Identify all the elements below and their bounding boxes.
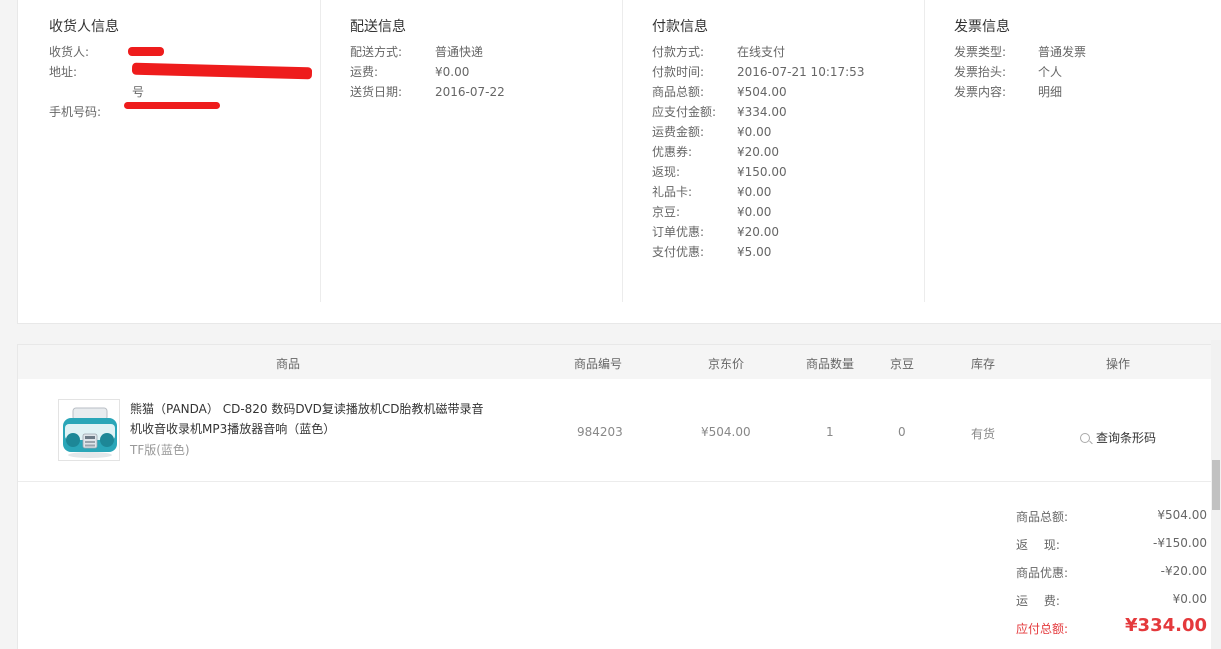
totals-value: ¥0.00 — [1172, 592, 1207, 606]
delivery-section: 配送信息 配送方式: 普通快递 运费: ¥0.00 送货日期: 2016-07-… — [321, 0, 623, 302]
payment-value: ¥20.00 — [737, 225, 779, 239]
payment-label: 应支付金额: — [652, 105, 717, 119]
product-name-link[interactable]: 熊猫（PANDA） CD-820 数码DVD复读播放机CD胎教机磁带录音机收音收… — [130, 399, 490, 439]
delivery-method-value: 普通快递 — [435, 45, 484, 59]
scrollbar-thumb[interactable] — [1212, 460, 1220, 510]
payment-label: 运费金额: — [652, 125, 705, 139]
payment-label: 优惠券: — [652, 145, 693, 159]
payment-value: 在线支付 — [737, 45, 786, 59]
invoice-title: 发票信息 — [954, 19, 1010, 35]
payment-label: 付款方式: — [652, 45, 705, 59]
th-jingdou: 京豆 — [890, 357, 915, 371]
th-quantity: 商品数量 — [806, 357, 855, 371]
totals-value: ¥504.00 — [1157, 508, 1207, 522]
payment-label: 商品总额: — [652, 85, 705, 99]
invoice-type-label: 发票类型: — [954, 45, 1007, 59]
product-spec: TF版(蓝色) — [130, 443, 190, 457]
product-quantity: 1 — [826, 425, 834, 439]
product-jingdou: 0 — [898, 425, 906, 439]
product-thumbnail[interactable] — [58, 399, 120, 461]
goods-table-header: 商品 商品编号 京东价 商品数量 京豆 库存 操作 — [18, 345, 1213, 379]
invoice-type-value: 普通发票 — [1038, 45, 1087, 59]
consignee-address-tail: 号 — [132, 84, 144, 100]
invoice-header-label: 发票抬头: — [954, 65, 1007, 79]
payment-value: ¥504.00 — [737, 85, 787, 99]
totals-label: 返 现: — [1016, 538, 1060, 552]
address-tail-text: 号 — [132, 85, 145, 99]
payment-label: 订单优惠: — [652, 225, 705, 239]
payment-label: 支付优惠: — [652, 245, 705, 259]
payment-title: 付款信息 — [652, 19, 708, 35]
grand-total-value: ¥334.00 — [1125, 615, 1207, 636]
th-sku: 商品编号 — [574, 357, 623, 371]
th-stock: 库存 — [971, 357, 996, 371]
query-barcode-link[interactable]: 查询条形码 — [1080, 429, 1156, 446]
payment-value: ¥20.00 — [737, 145, 779, 159]
payment-label: 礼品卡: — [652, 185, 693, 199]
payment-value: ¥0.00 — [737, 205, 772, 219]
vertical-scrollbar[interactable] — [1211, 340, 1221, 649]
consignee-address-label: 地址: — [49, 65, 78, 79]
totals-label: 运 费: — [1016, 594, 1060, 608]
totals-label: 商品总额: — [1016, 510, 1069, 524]
query-barcode-label: 查询条形码 — [1096, 431, 1157, 445]
invoice-content-label: 发票内容: — [954, 85, 1007, 99]
invoice-content-value: 明细 — [1038, 85, 1063, 99]
delivery-method-label: 配送方式: — [350, 45, 403, 59]
product-sku: 984203 — [577, 425, 623, 439]
invoice-header-value: 个人 — [1038, 65, 1063, 79]
totals-value: -¥20.00 — [1160, 564, 1207, 578]
payment-value: ¥334.00 — [737, 105, 787, 119]
payment-value: ¥5.00 — [737, 245, 772, 259]
search-icon — [1080, 433, 1090, 443]
goods-panel: 商品 商品编号 京东价 商品数量 京豆 库存 操作 熊猫（PANDA） CD-8… — [17, 344, 1221, 649]
th-action: 操作 — [1106, 357, 1131, 371]
payment-value: ¥0.00 — [737, 125, 772, 139]
delivery-date-label: 送货日期: — [350, 85, 403, 99]
payment-label: 付款时间: — [652, 65, 705, 79]
payment-section: 付款信息 付款方式: 在线支付 付款时间: 2016-07-21 10:17:53 … — [623, 0, 925, 302]
delivery-fee-value: ¥0.00 — [435, 65, 470, 79]
payment-label: 返现: — [652, 165, 681, 179]
product-price: ¥504.00 — [701, 425, 751, 439]
consignee-section: 收货人信息 收货人: 地址: 号 手机号码: — [18, 0, 321, 302]
totals-label: 商品优惠: — [1016, 566, 1069, 580]
consignee-phone-label: 手机号码: — [49, 105, 102, 119]
payment-value: 2016-07-21 10:17:53 — [737, 65, 865, 79]
grand-total-label: 应付总额: — [1016, 622, 1069, 636]
payment-value: ¥150.00 — [737, 165, 787, 179]
consignee-name-label: 收货人: — [49, 45, 90, 59]
th-product: 商品 — [276, 357, 301, 371]
product-stock: 有货 — [971, 427, 996, 441]
order-info-panel: 收货人信息 收货人: 地址: 号 手机号码: 配送信息 配送方式: 普通快递 运… — [17, 0, 1221, 324]
totals-value: -¥150.00 — [1153, 536, 1207, 550]
redacted-name — [128, 47, 164, 56]
payment-label: 京豆: — [652, 205, 681, 219]
delivery-fee-label: 运费: — [350, 65, 379, 79]
payment-value: ¥0.00 — [737, 185, 772, 199]
invoice-section: 发票信息 发票类型: 普通发票 发票抬头: 个人 发票内容: 明细 — [925, 0, 1221, 302]
delivery-date-value: 2016-07-22 — [435, 85, 505, 99]
table-row: 熊猫（PANDA） CD-820 数码DVD复读播放机CD胎教机磁带录音机收音收… — [18, 379, 1213, 482]
consignee-title: 收货人信息 — [49, 19, 119, 35]
product-image — [59, 400, 119, 460]
redacted-address-2 — [124, 102, 220, 109]
delivery-title: 配送信息 — [350, 19, 406, 35]
redacted-address — [131, 62, 313, 80]
th-price: 京东价 — [708, 357, 745, 371]
